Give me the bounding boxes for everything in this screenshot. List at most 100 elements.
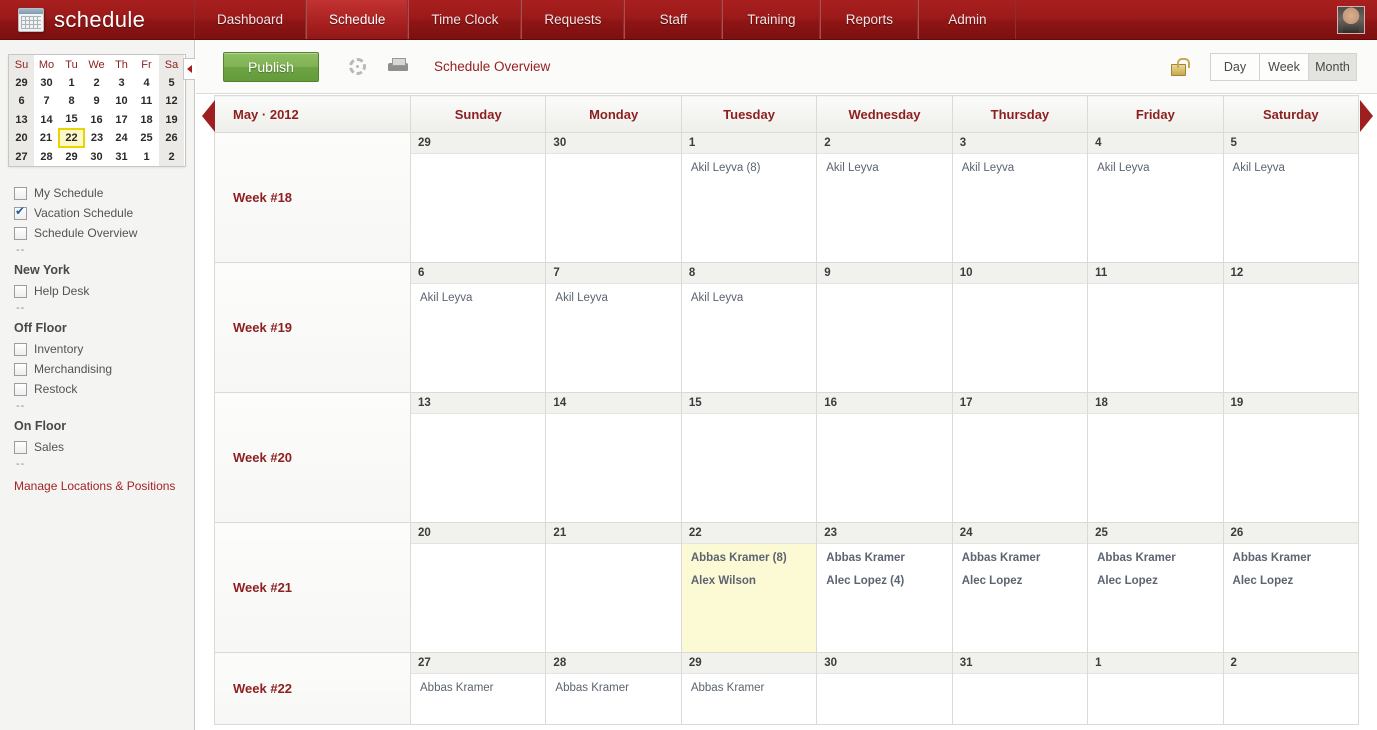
sidebar-filter-sales[interactable]: Sales (14, 437, 194, 457)
calendar-day-cell[interactable]: 31 (951, 652, 1089, 725)
calendar-day-cell[interactable]: 7 Akil Leyva (545, 262, 682, 393)
printer-icon[interactable] (388, 58, 408, 75)
mini-cal-day[interactable]: 14 (34, 110, 59, 129)
mini-cal-day[interactable]: 9 (84, 92, 109, 110)
mini-cal-day[interactable]: 1 (59, 74, 84, 92)
view-button-week[interactable]: Week (1259, 52, 1308, 81)
calendar-day-cell[interactable]: 29 Abbas Kramer (680, 652, 818, 725)
view-button-day[interactable]: Day (1210, 52, 1259, 81)
calendar-day-cell[interactable]: 26 Abbas Kramer Alec Lopez (1222, 522, 1360, 653)
mini-cal-day[interactable]: 1 (134, 147, 159, 166)
mini-cal-day[interactable]: 12 (159, 92, 184, 110)
mini-cal-day[interactable]: 27 (9, 147, 34, 166)
calendar-day-cell[interactable]: 11 (1087, 262, 1224, 393)
mini-cal-day[interactable]: 2 (159, 147, 184, 166)
shift-event[interactable]: Akil Leyva (1233, 162, 1358, 185)
shift-event[interactable]: Akil Leyva (826, 162, 951, 185)
shift-event[interactable]: Abbas Kramer (1233, 552, 1358, 575)
mini-cal-day[interactable]: 30 (34, 74, 59, 92)
publish-button[interactable]: Publish (223, 51, 319, 82)
sidebar-filter-inventory[interactable]: Inventory (14, 339, 194, 359)
calendar-day-cell[interactable]: 10 (951, 262, 1089, 393)
shift-event[interactable]: Abbas Kramer (555, 682, 680, 705)
user-avatar[interactable] (1337, 5, 1365, 34)
sidebar-filter-merchandising[interactable]: Merchandising (14, 359, 194, 379)
mini-cal-day[interactable]: 13 (9, 110, 34, 129)
checkbox-icon[interactable] (14, 284, 27, 298)
shift-event[interactable]: Akil Leyva (420, 292, 545, 315)
calendar-day-cell[interactable]: 30 (545, 132, 682, 263)
calendar-day-cell[interactable]: 1 Akil Leyva (8) (680, 132, 818, 263)
mini-cal-day[interactable]: 29 (9, 74, 34, 92)
mini-cal-day[interactable]: 18 (134, 110, 159, 129)
shift-event[interactable]: Akil Leyva (691, 292, 816, 315)
calendar-day-cell[interactable]: 16 (816, 392, 953, 523)
calendar-day-cell[interactable]: 9 (816, 262, 953, 393)
calendar-day-cell[interactable]: 21 (545, 522, 682, 653)
mini-cal-day[interactable]: 16 (84, 110, 109, 129)
calendar-day-cell[interactable]: 25 Abbas Kramer Alec Lopez (1087, 522, 1224, 653)
shift-event[interactable]: Akil Leyva (8) (691, 162, 816, 185)
mini-cal-day[interactable]: 30 (84, 147, 109, 166)
nav-item-schedule[interactable]: Schedule (306, 0, 409, 39)
shift-event[interactable]: Alec Lopez (1097, 575, 1222, 598)
nav-item-reports[interactable]: Reports (820, 0, 919, 39)
shift-event[interactable]: Alec Lopez (4) (826, 575, 951, 598)
mini-cal-day[interactable]: 29 (59, 147, 84, 166)
mini-cal-day[interactable]: 2 (84, 74, 109, 92)
shift-event[interactable]: Abbas Kramer (826, 552, 951, 575)
calendar-day-cell[interactable]: 12 (1222, 262, 1360, 393)
sidebar-filter-restock[interactable]: Restock (14, 379, 194, 399)
mini-cal-day[interactable]: 23 (84, 129, 109, 147)
shift-event[interactable]: Abbas Kramer (420, 682, 545, 705)
unlocked-padlock-icon[interactable] (1170, 57, 1190, 76)
calendar-day-cell[interactable]: 29 (409, 132, 547, 263)
calendar-day-cell[interactable]: 18 (1087, 392, 1224, 523)
sidebar-collapse-button[interactable] (183, 58, 195, 80)
prev-month-arrow[interactable] (202, 100, 215, 132)
mini-cal-day[interactable]: 17 (109, 110, 134, 129)
mini-cal-day[interactable]: 19 (159, 110, 184, 129)
nav-item-requests[interactable]: Requests (521, 0, 625, 39)
calendar-day-cell[interactable]: 6 Akil Leyva (409, 262, 547, 393)
calendar-day-cell[interactable]: 2 (1222, 652, 1360, 725)
calendar-day-cell[interactable]: 3 Akil Leyva (951, 132, 1089, 263)
mini-cal-day[interactable]: 28 (34, 147, 59, 166)
sidebar-filter-my-schedule[interactable]: My Schedule (14, 183, 194, 203)
manage-locations-link[interactable]: Manage Locations & Positions (14, 473, 194, 493)
nav-item-time-clock[interactable]: Time Clock (408, 0, 522, 39)
calendar-day-cell[interactable]: 23 Abbas Kramer Alec Lopez (4) (816, 522, 953, 653)
mini-cal-day[interactable]: 26 (159, 129, 184, 147)
sidebar-filter-vacation-schedule[interactable]: Vacation Schedule (14, 203, 194, 223)
checkbox-icon[interactable] (14, 382, 27, 396)
nav-item-training[interactable]: Training (722, 0, 821, 39)
calendar-day-cell[interactable]: 19 (1222, 392, 1360, 523)
sidebar-filter-schedule-overview[interactable]: Schedule Overview (14, 223, 194, 243)
calendar-day-cell[interactable]: 22 Abbas Kramer (8) Alex Wilson (680, 522, 818, 653)
mini-cal-day[interactable]: 7 (34, 92, 59, 110)
gear-icon[interactable] (349, 58, 366, 75)
mini-cal-day[interactable]: 21 (34, 129, 59, 147)
calendar-day-cell[interactable]: 24 Abbas Kramer Alec Lopez (951, 522, 1089, 653)
mini-cal-day[interactable]: 8 (59, 92, 84, 110)
checkbox-icon[interactable] (14, 342, 27, 356)
mini-cal-day[interactable]: 22 (58, 128, 85, 148)
shift-event[interactable]: Alec Lopez (962, 575, 1087, 598)
shift-event[interactable]: Akil Leyva (555, 292, 680, 315)
shift-event[interactable]: Abbas Kramer (1097, 552, 1222, 575)
shift-event[interactable]: Abbas Kramer (8) (691, 552, 816, 575)
mini-cal-day[interactable]: 31 (109, 147, 134, 166)
checkbox-icon[interactable] (14, 440, 27, 454)
nav-item-staff[interactable]: Staff (624, 0, 723, 39)
brand[interactable]: schedule (0, 0, 195, 39)
calendar-day-cell[interactable]: 5 Akil Leyva (1222, 132, 1360, 263)
calendar-day-cell[interactable]: 28 Abbas Kramer (545, 652, 682, 725)
mini-cal-day[interactable]: 5 (159, 74, 184, 92)
checkbox-icon[interactable] (14, 226, 27, 240)
next-month-arrow[interactable] (1360, 100, 1373, 132)
shift-event[interactable]: Abbas Kramer (691, 682, 816, 705)
calendar-day-cell[interactable]: 14 (545, 392, 682, 523)
checkbox-icon[interactable] (14, 186, 27, 200)
calendar-day-cell[interactable]: 1 (1087, 652, 1224, 725)
mini-cal-day[interactable]: 25 (134, 129, 159, 147)
